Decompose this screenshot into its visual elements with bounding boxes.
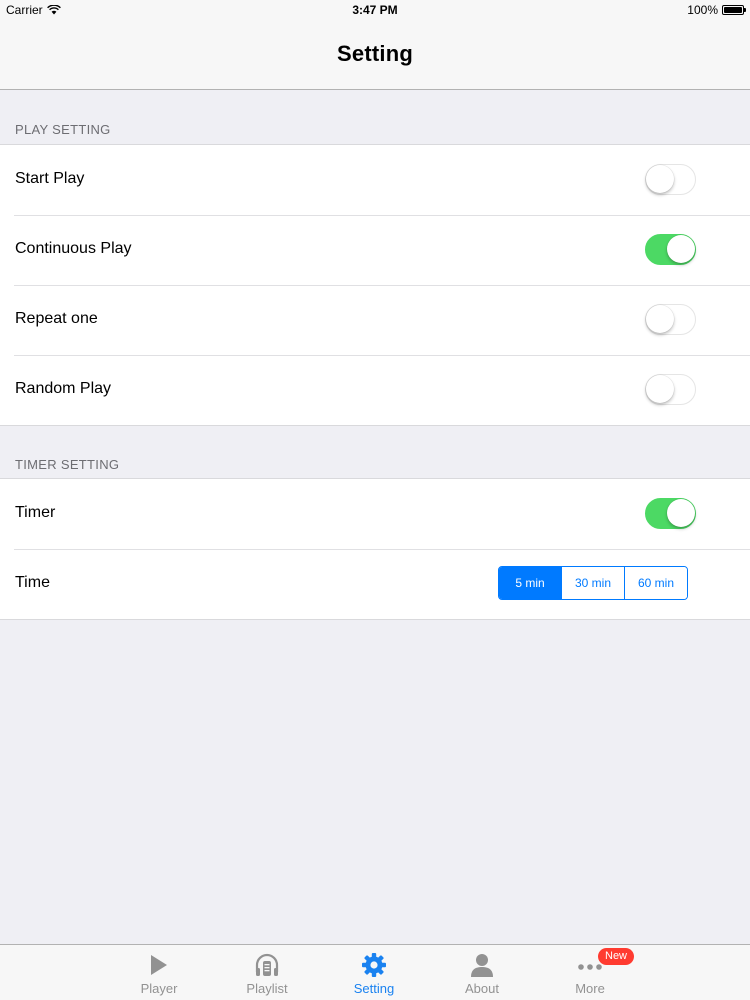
section-header-timer: TIMER SETTING — [15, 457, 120, 472]
page-title: Setting — [337, 41, 413, 66]
tab-label: Player — [140, 981, 178, 996]
tab-more[interactable]: New More — [536, 945, 644, 1000]
tab-label: Setting — [353, 981, 395, 996]
time-segmented-control: 5 min 30 min 60 min — [498, 566, 688, 600]
section-header-play: PLAY SETTING — [15, 122, 111, 137]
random-play-switch[interactable] — [645, 374, 696, 405]
gear-icon — [362, 953, 386, 977]
tab-label: Playlist — [246, 981, 288, 996]
switch-knob — [646, 305, 674, 333]
segment-60-min[interactable]: 60 min — [624, 567, 687, 599]
switch-knob — [667, 499, 695, 527]
setting-row-repeat-one: Repeat one — [0, 285, 750, 355]
start-play-switch[interactable] — [645, 164, 696, 195]
setting-label: Start Play — [15, 170, 85, 187]
status-bar: Carrier 3:47 PM 100% — [0, 0, 750, 20]
setting-row-random-play: Random Play — [0, 355, 750, 425]
switch-knob — [646, 165, 674, 193]
setting-label: Time — [15, 574, 50, 591]
tab-label: More — [575, 981, 605, 996]
timer-switch[interactable] — [645, 498, 696, 529]
tab-player[interactable]: Player — [105, 945, 213, 1000]
navigation-bar: Setting — [0, 20, 750, 90]
battery-icon — [722, 5, 746, 15]
segment-5-min[interactable]: 5 min — [499, 567, 561, 599]
setting-row-timer: Timer — [0, 479, 750, 549]
setting-row-start-play: Start Play — [0, 145, 750, 215]
switch-knob — [646, 375, 674, 403]
setting-row-continuous-play: Continuous Play — [0, 215, 750, 285]
setting-label: Repeat one — [15, 310, 98, 327]
playlist-icon — [255, 953, 279, 976]
new-badge: New — [598, 948, 635, 965]
tab-about[interactable]: About — [428, 945, 536, 1000]
setting-label: Random Play — [15, 380, 112, 397]
setting-row-time: Time 5 min 30 min 60 min — [0, 549, 750, 619]
tab-label: About — [465, 981, 499, 996]
tab-bar: Player Playlist Setting About New More — [0, 944, 750, 1000]
continuous-play-switch[interactable] — [645, 234, 696, 265]
battery-indicator: 100% — [687, 3, 746, 17]
switch-knob — [667, 235, 695, 263]
setting-label: Continuous Play — [15, 240, 132, 257]
timer-settings-group: Timer Time 5 min 30 min 60 min — [0, 478, 750, 620]
tab-setting[interactable]: Setting — [320, 945, 428, 1000]
setting-label: Timer — [15, 504, 56, 521]
tab-playlist[interactable]: Playlist — [213, 945, 321, 1000]
status-time: 3:47 PM — [352, 3, 398, 17]
person-icon — [471, 954, 493, 977]
segment-30-min[interactable]: 30 min — [561, 567, 624, 599]
play-icon — [151, 955, 167, 975]
play-settings-group: Start Play Continuous Play Repeat one Ra… — [0, 144, 750, 426]
battery-percent: 100% — [687, 3, 718, 17]
repeat-one-switch[interactable] — [645, 304, 696, 335]
